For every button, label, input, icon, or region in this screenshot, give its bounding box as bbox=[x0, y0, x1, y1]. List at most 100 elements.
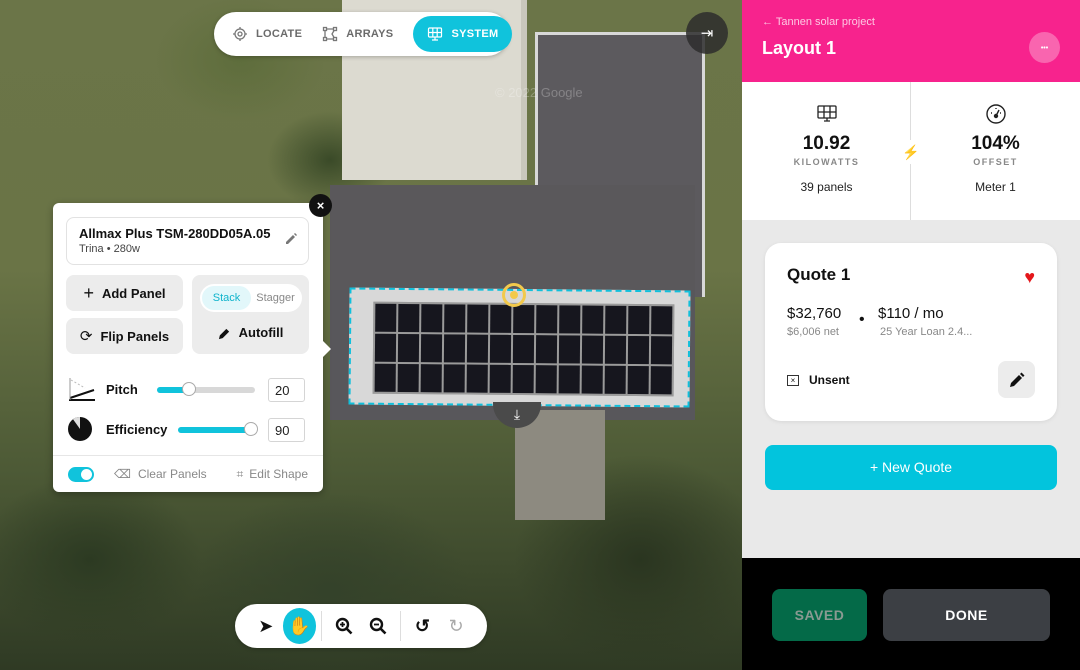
solar-panel-cell[interactable] bbox=[443, 364, 465, 393]
redo-button[interactable]: ↻ bbox=[439, 608, 473, 644]
quote-title: Quote 1 bbox=[787, 265, 851, 284]
pitch-slider[interactable] bbox=[157, 382, 255, 396]
undo-button[interactable]: ↺ bbox=[406, 608, 440, 644]
solar-panel-cell[interactable] bbox=[467, 304, 489, 333]
unsent-icon: × bbox=[787, 374, 799, 386]
edit-quote-button[interactable] bbox=[998, 361, 1035, 398]
efficiency-slider-fill bbox=[178, 427, 252, 433]
solar-panel-cell[interactable] bbox=[535, 335, 558, 364]
solar-panel-cell[interactable] bbox=[489, 334, 512, 363]
flip-panels-button[interactable]: ⟳ Flip Panels bbox=[66, 318, 183, 354]
select-tool-button[interactable]: ➤ bbox=[249, 608, 283, 644]
pan-tool-button[interactable]: ✋ bbox=[282, 608, 317, 644]
tab-locate[interactable]: LOCATE bbox=[232, 26, 302, 42]
array-toggle[interactable] bbox=[68, 466, 94, 482]
close-panel-button[interactable]: × bbox=[309, 194, 332, 217]
solar-panel-cell[interactable] bbox=[558, 365, 580, 394]
solar-panel-cell[interactable] bbox=[627, 365, 649, 395]
solar-panel-cell[interactable] bbox=[559, 305, 581, 334]
hand-icon: ✋ bbox=[288, 615, 311, 636]
efficiency-slider[interactable] bbox=[178, 422, 259, 436]
efficiency-input[interactable]: 90 bbox=[268, 418, 305, 442]
close-icon: × bbox=[316, 198, 325, 213]
module-selector[interactable]: Allmax Plus TSM-280DD05A.05 Trina • 280w bbox=[66, 217, 309, 265]
solar-panel-cell[interactable] bbox=[443, 334, 466, 363]
solar-panel-cell[interactable] bbox=[650, 366, 672, 395]
toolbar-divider bbox=[321, 611, 323, 641]
solar-panel-cell[interactable] bbox=[397, 363, 419, 393]
solar-panel-cell[interactable] bbox=[582, 305, 604, 334]
solar-panel-cell[interactable] bbox=[628, 305, 650, 335]
solar-panel-cell[interactable] bbox=[605, 305, 627, 334]
edit-shape-button[interactable]: Edit Shape bbox=[249, 467, 308, 481]
solar-panel-cell[interactable] bbox=[398, 303, 420, 333]
quote-status-label: Unsent bbox=[809, 373, 850, 387]
solar-panel-cell[interactable] bbox=[536, 305, 558, 334]
solar-panel-cell[interactable] bbox=[490, 304, 512, 333]
system-size-unit: KILOWATTS bbox=[793, 157, 860, 167]
pencil-icon[interactable] bbox=[284, 232, 298, 246]
solar-panel-cell[interactable] bbox=[420, 364, 442, 393]
solar-panel-cell[interactable] bbox=[512, 334, 535, 364]
map-toolbar: ➤ ✋ ↺ ↻ bbox=[235, 604, 487, 648]
solar-panel-cell[interactable] bbox=[444, 304, 466, 333]
ellipsis-icon: ••• bbox=[1040, 45, 1049, 52]
panel-grid bbox=[372, 301, 675, 397]
solar-panel-cell[interactable] bbox=[604, 365, 626, 394]
saved-button[interactable]: SAVED bbox=[772, 589, 867, 641]
solar-panel-cell[interactable] bbox=[535, 365, 557, 394]
collapse-sidebar-button[interactable]: ⇥ bbox=[686, 12, 728, 54]
solar-panel-cell[interactable] bbox=[374, 333, 397, 362]
solar-panel-cell[interactable] bbox=[581, 335, 604, 364]
zoom-out-button[interactable] bbox=[361, 608, 395, 644]
offset-unit: OFFSET bbox=[973, 157, 1018, 167]
solar-panel-cell[interactable] bbox=[375, 303, 397, 332]
offset-stat: 104% OFFSET Meter 1 bbox=[911, 82, 1080, 220]
array-settings-panel: Allmax Plus TSM-280DD05A.05 Trina • 280w… bbox=[53, 203, 331, 492]
stagger-option[interactable]: Stagger bbox=[251, 286, 300, 310]
undo-icon: ↺ bbox=[414, 615, 431, 636]
solar-panel-cell[interactable] bbox=[421, 304, 443, 333]
solar-panel-cell[interactable] bbox=[420, 334, 443, 363]
more-options-button[interactable]: ••• bbox=[1029, 32, 1060, 63]
solar-panel-cell[interactable] bbox=[513, 304, 535, 334]
done-button[interactable]: DONE bbox=[883, 589, 1050, 641]
rotate-handle[interactable] bbox=[502, 283, 526, 307]
meter-name: Meter 1 bbox=[975, 180, 1016, 194]
clear-panels-button[interactable]: Clear Panels bbox=[138, 467, 207, 481]
solar-panel-cell[interactable] bbox=[558, 335, 581, 364]
heart-icon[interactable]: ♥ bbox=[1024, 267, 1035, 288]
map-watermark: © 2022 Google bbox=[495, 85, 583, 100]
pencil-icon bbox=[1009, 372, 1024, 387]
panel-count: 39 panels bbox=[800, 180, 853, 194]
cursor-icon: ➤ bbox=[258, 615, 274, 636]
add-panel-button[interactable]: + Add Panel bbox=[66, 275, 183, 311]
solar-panel-cell[interactable] bbox=[466, 334, 489, 363]
solar-panel-cell[interactable] bbox=[512, 364, 534, 394]
solar-panel-cell[interactable] bbox=[627, 335, 650, 365]
sidebar-header: ← Tannen solar project Layout 1 ••• bbox=[742, 0, 1080, 82]
solar-panel-cell[interactable] bbox=[466, 364, 488, 393]
solar-panel-cell[interactable] bbox=[650, 336, 673, 365]
quote-monthly: $110 / mo bbox=[878, 305, 944, 322]
solar-panel-cell[interactable] bbox=[604, 335, 627, 364]
back-link[interactable]: ← Tannen solar project bbox=[762, 16, 1060, 28]
quote-card[interactable]: Quote 1 ♥ $32,760 $6,006 net • $110 / mo… bbox=[765, 243, 1057, 421]
solar-panel-cell[interactable] bbox=[581, 365, 603, 394]
solar-panel-cell[interactable] bbox=[651, 306, 673, 335]
module-name: Allmax Plus TSM-280DD05A.05 bbox=[79, 226, 271, 241]
new-quote-button[interactable]: + New Quote bbox=[765, 445, 1057, 490]
zoom-in-icon bbox=[335, 617, 353, 635]
system-size-stat: 10.92 KILOWATTS 39 panels bbox=[742, 82, 911, 220]
zoom-in-button[interactable] bbox=[327, 608, 361, 644]
layout-title: Layout 1 bbox=[762, 38, 837, 58]
pitch-input[interactable]: 20 bbox=[268, 378, 305, 402]
tab-arrays[interactable]: ARRAYS bbox=[322, 26, 393, 42]
tab-system[interactable]: SYSTEM bbox=[413, 16, 513, 52]
redo-icon: ↻ bbox=[448, 615, 464, 636]
solar-panel-cell[interactable] bbox=[374, 363, 396, 392]
module-subtitle: Trina • 280w bbox=[79, 243, 140, 255]
solar-panel-cell[interactable] bbox=[397, 333, 420, 363]
solar-panel-cell[interactable] bbox=[489, 364, 511, 393]
stack-option[interactable]: Stack bbox=[202, 286, 251, 310]
